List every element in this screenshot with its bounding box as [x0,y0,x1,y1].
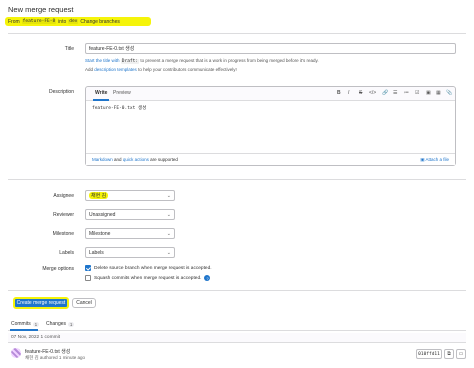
milestone-value: Milestone [89,230,111,237]
commit-row: feature-FE-0.txt 생성 채현 김 authored 1 minu… [8,344,466,366]
numbered-list-icon[interactable]: ≔ [404,90,409,96]
milestone-select[interactable]: Milestone ⌄ [85,228,175,239]
markdown-link[interactable]: Markdown [92,157,113,162]
assignee-select[interactable]: 채현 김 ⌄ [85,190,175,201]
page-title: New merge request [8,5,74,14]
description-editor: Write Preview B I S </> 🔗 ☰ ≔ ☑ ▣ ▦ 📎 ⤢ … [85,86,456,166]
commit-day-header: 07 Nov, 2022 1 commit [8,333,466,343]
draft-help-end: to prevent a merge request that is a wor… [140,58,319,63]
target-branch: dev [68,19,79,24]
cancel-button[interactable]: Cancel [72,298,96,308]
chevron-down-icon: ⌄ [166,249,171,256]
from-label: From [8,18,20,25]
markdown-help: Markdown and quick actions are supported [92,157,178,162]
branch-info: From feature-FE-8 into dev Change branch… [5,17,151,26]
template-help-prefix: Add [85,67,94,72]
reviewer-value: Unassigned [89,211,116,218]
strikethrough-icon[interactable]: S [359,90,362,96]
markdown-and: and [114,157,122,162]
tab-commits-indicator [10,329,38,331]
help-icon[interactable]: ? [204,275,211,281]
commit-tabs: Commits 1 Changes 1 [8,318,466,331]
avatar[interactable] [11,348,21,358]
into-label: into [58,18,67,25]
delete-branch-option[interactable]: Delete source branch when merge request … [85,265,212,271]
squash-text: Squash commits when merge request is acc… [94,275,202,281]
copy-icon[interactable]: ⧉ [444,349,454,359]
milestone-label: Milestone [52,231,74,237]
commit-meta: 채현 김 authored 1 minute ago [25,355,85,360]
assignee-value: 채현 김 [89,192,109,199]
draft-help-start[interactable]: Start the title with [85,58,120,63]
commit-sha[interactable]: 010ffd11 [416,349,442,359]
bold-icon[interactable]: B [337,90,341,96]
template-help: Add description templates to help your c… [85,67,237,72]
tab-changes-label: Changes [46,321,67,327]
delete-branch-text: Delete source branch when merge request … [94,265,212,271]
attach-file-icon: ▣ [420,156,425,162]
browse-files-icon[interactable]: ▭ [456,349,466,359]
chevron-down-icon: ⌄ [166,192,171,199]
delete-branch-checkbox[interactable] [85,265,91,271]
tab-commits-label: Commits [11,321,31,327]
changes-count-badge: 1 [68,321,75,327]
collapsible-icon[interactable]: ▣ [426,90,431,96]
attach-file-button[interactable]: ▣ Attach a file [420,157,449,163]
header-divider [8,33,466,34]
change-branches-link[interactable]: Change branches [80,19,119,25]
quick-actions-link[interactable]: quick actions [123,157,149,162]
actions-divider [8,290,466,291]
labels-select[interactable]: Labels ⌄ [85,247,175,258]
attach-file-label: Attach a file [425,156,449,162]
chevron-down-icon: ⌄ [166,211,171,218]
source-branch: feature-FE-8 [21,19,57,24]
attach-icon[interactable]: 📎 [446,90,452,96]
tab-changes[interactable]: Changes 1 [46,321,75,327]
commits-count-badge: 1 [32,321,40,327]
draft-code: Draft: [120,59,140,64]
tab-write[interactable]: Write [95,90,107,96]
description-textarea[interactable]: feature-FE-0.txt 생성 [92,105,146,111]
tab-preview[interactable]: Preview [113,90,131,96]
create-merge-request-button[interactable]: Create merge request [13,297,69,309]
editor-toolbar: Write Preview B I S </> 🔗 ☰ ≔ ☑ ▣ ▦ 📎 ⤢ [86,87,455,101]
reviewer-select[interactable]: Unassigned ⌄ [85,209,175,220]
labels-label: Labels [59,250,74,256]
title-input[interactable]: feature-FE-0.txt 생성 [85,43,456,54]
description-label: Description [48,89,74,95]
chevron-down-icon: ⌄ [166,230,171,237]
italic-icon[interactable]: I [348,90,349,96]
tab-write-indicator [93,99,109,101]
squash-option[interactable]: Squash commits when merge request is acc… [85,275,211,281]
draft-help: Start the title with Draft: to prevent a… [85,58,319,64]
description-templates-link[interactable]: description templates [94,67,137,72]
task-list-icon[interactable]: ☑ [415,90,419,96]
template-help-suffix: to help your contributors communicate ef… [138,67,237,72]
merge-options-label: Merge options [42,266,74,272]
section-divider [8,179,466,180]
labels-value: Labels [89,249,104,256]
assignee-label: Assignee [53,193,74,199]
markdown-supported: are supported [150,157,178,162]
link-icon[interactable]: 🔗 [382,90,388,96]
bullet-list-icon[interactable]: ☰ [393,90,397,96]
editor-footer: Markdown and quick actions are supported… [86,153,455,165]
squash-checkbox[interactable] [85,275,91,281]
tab-commits[interactable]: Commits 1 [11,321,40,327]
reviewer-label: Reviewer [53,212,74,218]
table-icon[interactable]: ▦ [436,90,441,96]
code-icon[interactable]: </> [369,90,376,96]
title-label: Title [64,46,74,52]
commit-title[interactable]: feature-FE-0.txt 생성 [25,348,70,355]
